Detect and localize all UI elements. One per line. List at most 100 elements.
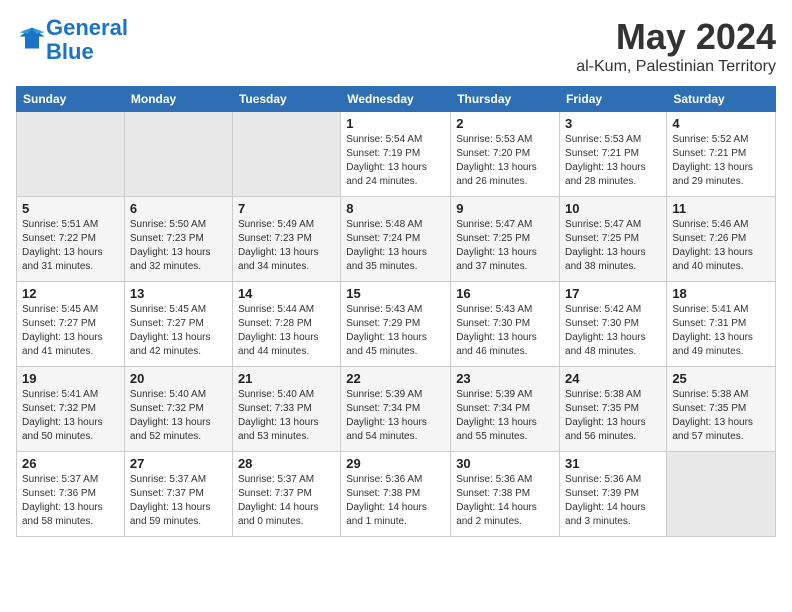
calendar-table: SundayMondayTuesdayWednesdayThursdayFrid… — [16, 86, 776, 537]
page-subtitle: al-Kum, Palestinian Territory — [576, 58, 776, 76]
day-info: Sunrise: 5:51 AM Sunset: 7:22 PM Dayligh… — [22, 218, 119, 274]
calendar-cell: 14 Sunrise: 5:44 AM Sunset: 7:28 PM Dayli… — [232, 282, 340, 367]
day-info: Sunrise: 5:36 AM Sunset: 7:38 PM Dayligh… — [346, 473, 445, 529]
column-header-saturday: Saturday — [667, 87, 776, 112]
logo-icon — [18, 24, 46, 52]
calendar-cell: 4 Sunrise: 5:52 AM Sunset: 7:21 PM Daylig… — [667, 112, 776, 197]
calendar-cell: 30 Sunrise: 5:36 AM Sunset: 7:38 PM Dayli… — [451, 452, 560, 537]
day-info: Sunrise: 5:39 AM Sunset: 7:34 PM Dayligh… — [456, 388, 554, 444]
week-row-1: 1 Sunrise: 5:54 AM Sunset: 7:19 PM Daylig… — [17, 112, 776, 197]
logo: GeneralBlue — [16, 16, 128, 64]
week-row-5: 26 Sunrise: 5:37 AM Sunset: 7:36 PM Dayli… — [17, 452, 776, 537]
day-number: 22 — [346, 371, 445, 386]
day-number: 2 — [456, 116, 554, 131]
week-row-3: 12Sunrise: 5:45 AM Sunset: 7:27 PM Dayli… — [17, 282, 776, 367]
day-number: 5 — [22, 201, 119, 216]
day-info: Sunrise: 5:43 AM Sunset: 7:30 PM Dayligh… — [456, 303, 554, 359]
title-block: May 2024 al-Kum, Palestinian Territory — [576, 16, 776, 76]
calendar-cell — [232, 112, 340, 197]
day-number: 20 — [130, 371, 227, 386]
day-info: Sunrise: 5:45 AM Sunset: 7:27 PM Dayligh… — [130, 303, 227, 359]
calendar-cell: 9 Sunrise: 5:47 AM Sunset: 7:25 PM Daylig… — [451, 197, 560, 282]
day-number: 6 — [130, 201, 227, 216]
calendar-cell: 24 Sunrise: 5:38 AM Sunset: 7:35 PM Dayli… — [560, 367, 667, 452]
day-info: Sunrise: 5:53 AM Sunset: 7:20 PM Dayligh… — [456, 133, 554, 189]
calendar-cell: 21 Sunrise: 5:40 AM Sunset: 7:33 PM Dayli… — [232, 367, 340, 452]
calendar-cell: 7Sunrise: 5:49 AM Sunset: 7:23 PM Daylig… — [232, 197, 340, 282]
day-number: 28 — [238, 456, 335, 471]
day-number: 23 — [456, 371, 554, 386]
day-info: Sunrise: 5:39 AM Sunset: 7:34 PM Dayligh… — [346, 388, 445, 444]
day-info: Sunrise: 5:41 AM Sunset: 7:32 PM Dayligh… — [22, 388, 119, 444]
calendar-cell: 16 Sunrise: 5:43 AM Sunset: 7:30 PM Dayli… — [451, 282, 560, 367]
calendar-cell: 8 Sunrise: 5:48 AM Sunset: 7:24 PM Daylig… — [341, 197, 451, 282]
day-number: 8 — [346, 201, 445, 216]
column-header-thursday: Thursday — [451, 87, 560, 112]
day-info: Sunrise: 5:53 AM Sunset: 7:21 PM Dayligh… — [565, 133, 661, 189]
day-number: 21 — [238, 371, 335, 386]
day-info: Sunrise: 5:47 AM Sunset: 7:25 PM Dayligh… — [456, 218, 554, 274]
calendar-cell: 12Sunrise: 5:45 AM Sunset: 7:27 PM Dayli… — [17, 282, 125, 367]
page-title: May 2024 — [576, 16, 776, 58]
day-number: 29 — [346, 456, 445, 471]
calendar-cell: 17Sunrise: 5:42 AM Sunset: 7:30 PM Dayli… — [560, 282, 667, 367]
day-number: 17 — [565, 286, 661, 301]
column-header-wednesday: Wednesday — [341, 87, 451, 112]
day-info: Sunrise: 5:46 AM Sunset: 7:26 PM Dayligh… — [672, 218, 770, 274]
day-info: Sunrise: 5:44 AM Sunset: 7:28 PM Dayligh… — [238, 303, 335, 359]
header-row: SundayMondayTuesdayWednesdayThursdayFrid… — [17, 87, 776, 112]
day-number: 31 — [565, 456, 661, 471]
calendar-cell: 28 Sunrise: 5:37 AM Sunset: 7:37 PM Dayli… — [232, 452, 340, 537]
day-info: Sunrise: 5:36 AM Sunset: 7:39 PM Dayligh… — [565, 473, 661, 529]
calendar-cell: 29 Sunrise: 5:36 AM Sunset: 7:38 PM Dayli… — [341, 452, 451, 537]
day-info: Sunrise: 5:47 AM Sunset: 7:25 PM Dayligh… — [565, 218, 661, 274]
calendar-cell — [17, 112, 125, 197]
day-info: Sunrise: 5:41 AM Sunset: 7:31 PM Dayligh… — [672, 303, 770, 359]
day-info: Sunrise: 5:40 AM Sunset: 7:32 PM Dayligh… — [130, 388, 227, 444]
day-info: Sunrise: 5:52 AM Sunset: 7:21 PM Dayligh… — [672, 133, 770, 189]
day-info: Sunrise: 5:36 AM Sunset: 7:38 PM Dayligh… — [456, 473, 554, 529]
day-info: Sunrise: 5:48 AM Sunset: 7:24 PM Dayligh… — [346, 218, 445, 274]
day-number: 9 — [456, 201, 554, 216]
calendar-cell: 3 Sunrise: 5:53 AM Sunset: 7:21 PM Daylig… — [560, 112, 667, 197]
calendar-cell — [667, 452, 776, 537]
calendar-cell: 13 Sunrise: 5:45 AM Sunset: 7:27 PM Dayli… — [124, 282, 232, 367]
day-number: 15 — [346, 286, 445, 301]
calendar-cell: 15 Sunrise: 5:43 AM Sunset: 7:29 PM Dayli… — [341, 282, 451, 367]
calendar-cell: 6Sunrise: 5:50 AM Sunset: 7:23 PM Daylig… — [124, 197, 232, 282]
calendar-cell: 10 Sunrise: 5:47 AM Sunset: 7:25 PM Dayli… — [560, 197, 667, 282]
day-number: 30 — [456, 456, 554, 471]
week-row-4: 19Sunrise: 5:41 AM Sunset: 7:32 PM Dayli… — [17, 367, 776, 452]
week-row-2: 5 Sunrise: 5:51 AM Sunset: 7:22 PM Daylig… — [17, 197, 776, 282]
day-info: Sunrise: 5:37 AM Sunset: 7:37 PM Dayligh… — [130, 473, 227, 529]
day-number: 1 — [346, 116, 445, 131]
calendar-cell: 20 Sunrise: 5:40 AM Sunset: 7:32 PM Dayli… — [124, 367, 232, 452]
day-info: Sunrise: 5:37 AM Sunset: 7:36 PM Dayligh… — [22, 473, 119, 529]
day-number: 26 — [22, 456, 119, 471]
calendar-cell: 18 Sunrise: 5:41 AM Sunset: 7:31 PM Dayli… — [667, 282, 776, 367]
calendar-cell: 26 Sunrise: 5:37 AM Sunset: 7:36 PM Dayli… — [17, 452, 125, 537]
day-number: 16 — [456, 286, 554, 301]
day-info: Sunrise: 5:40 AM Sunset: 7:33 PM Dayligh… — [238, 388, 335, 444]
day-number: 4 — [672, 116, 770, 131]
calendar-cell: 22 Sunrise: 5:39 AM Sunset: 7:34 PM Dayli… — [341, 367, 451, 452]
day-number: 18 — [672, 286, 770, 301]
calendar-cell: 31 Sunrise: 5:36 AM Sunset: 7:39 PM Dayli… — [560, 452, 667, 537]
day-number: 24 — [565, 371, 661, 386]
calendar-cell: 1 Sunrise: 5:54 AM Sunset: 7:19 PM Daylig… — [341, 112, 451, 197]
column-header-monday: Monday — [124, 87, 232, 112]
day-info: Sunrise: 5:37 AM Sunset: 7:37 PM Dayligh… — [238, 473, 335, 529]
day-info: Sunrise: 5:38 AM Sunset: 7:35 PM Dayligh… — [565, 388, 661, 444]
day-number: 25 — [672, 371, 770, 386]
day-number: 14 — [238, 286, 335, 301]
calendar-cell: 25Sunrise: 5:38 AM Sunset: 7:35 PM Dayli… — [667, 367, 776, 452]
calendar-cell: 23 Sunrise: 5:39 AM Sunset: 7:34 PM Dayli… — [451, 367, 560, 452]
day-number: 10 — [565, 201, 661, 216]
day-number: 3 — [565, 116, 661, 131]
day-number: 13 — [130, 286, 227, 301]
calendar-cell: 5 Sunrise: 5:51 AM Sunset: 7:22 PM Daylig… — [17, 197, 125, 282]
day-info: Sunrise: 5:49 AM Sunset: 7:23 PM Dayligh… — [238, 218, 335, 274]
column-header-sunday: Sunday — [17, 87, 125, 112]
day-info: Sunrise: 5:54 AM Sunset: 7:19 PM Dayligh… — [346, 133, 445, 189]
day-info: Sunrise: 5:43 AM Sunset: 7:29 PM Dayligh… — [346, 303, 445, 359]
